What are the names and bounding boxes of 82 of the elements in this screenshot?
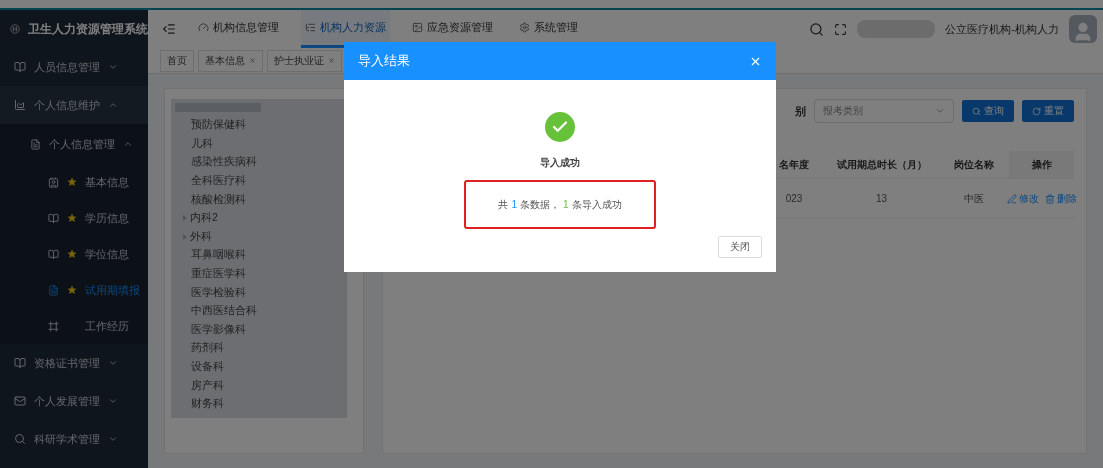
search-icon[interactable] [809, 21, 825, 37]
status-text: 导入成功 [540, 156, 580, 170]
edit-link[interactable]: 修改 [1006, 191, 1039, 206]
sidebar-item[interactable]: 个人发展管理 [0, 382, 148, 420]
chevron-icon [108, 100, 118, 110]
tree-item-label: 外科 [190, 229, 212, 244]
star-icon [67, 285, 77, 295]
tree-item-label: 医学影像科 [191, 322, 246, 337]
sidebar-item[interactable]: 试用期填报 [0, 272, 148, 308]
sidebar-item[interactable]: 资格证书管理 [0, 344, 148, 382]
chart-icon [14, 99, 26, 111]
search-icon [972, 106, 981, 116]
settings-icon [519, 22, 530, 33]
page-tab[interactable]: 首页 [160, 49, 194, 72]
fullscreen-icon[interactable] [834, 22, 848, 36]
sidebar-item[interactable]: 工作经历 [0, 308, 148, 344]
gauge-icon [198, 22, 209, 33]
pencil-icon [1006, 193, 1017, 204]
book-icon [48, 248, 59, 260]
delete-link[interactable]: 删除 [1044, 191, 1077, 206]
sidebar-item[interactable]: 学位信息 [0, 236, 148, 272]
tree-item-label: 耳鼻咽喉科 [191, 248, 246, 263]
book-icon [14, 61, 26, 73]
document-icon [48, 284, 59, 296]
sidebar-item[interactable]: 人员信息管理 [0, 48, 148, 86]
mail-icon [14, 395, 26, 407]
sidebar-item[interactable]: 个人信息管理 [0, 124, 148, 164]
sidebar-item[interactable]: 科研学术管理 [0, 420, 148, 458]
app-title: 卫生人力资源管理系统 [28, 20, 148, 38]
chevron-icon [108, 396, 118, 406]
star-icon [67, 249, 77, 259]
trash-icon [1044, 193, 1055, 204]
table-cell: 中医 [939, 179, 1009, 219]
tree-item-label: 重症医学科 [191, 267, 246, 282]
user-role: 公立医疗机构-机构人力 [945, 21, 1059, 37]
chevron-icon [108, 434, 118, 444]
book-icon [48, 212, 59, 224]
column-header: 操作 [1009, 151, 1074, 179]
tree-item-label: 预防保健科 [191, 118, 246, 133]
menu-icon[interactable] [162, 22, 176, 36]
chevron-icon [108, 62, 118, 72]
tree-item-label: 中西医结合科 [191, 304, 257, 319]
frame-icon [48, 320, 59, 332]
tree-item-label: 核酸检测科 [191, 192, 246, 207]
chevron-icon [108, 358, 118, 368]
page-tab[interactable]: 基本信息 [198, 49, 263, 72]
close-button[interactable]: 关闭 [718, 236, 762, 258]
summary-text: 共 1 条数据， 1 条导入成功 [498, 197, 622, 212]
tree-item-label: 全科医疗科 [191, 174, 246, 189]
list-tree-icon [305, 22, 316, 33]
page-tab[interactable]: 护士执业证 [267, 49, 342, 72]
tree-item-label: 感染性疾病科 [191, 155, 257, 170]
close-icon[interactable] [328, 57, 335, 64]
id-card-icon [48, 176, 59, 188]
reset-button[interactable]: 重置 [1022, 100, 1074, 122]
image-icon [412, 22, 423, 33]
close-icon[interactable] [249, 57, 256, 64]
success-icon [545, 112, 575, 142]
avatar-icon[interactable] [1069, 15, 1097, 43]
refresh-icon [1032, 106, 1041, 116]
chevron-icon [935, 106, 945, 116]
tree-item-label: 财务科 [191, 397, 224, 412]
search-button[interactable]: 查询 [962, 100, 1014, 122]
star-icon [67, 213, 77, 223]
star-icon [67, 177, 77, 187]
document-icon [30, 138, 41, 150]
tree-item-label: 内科2 [190, 211, 218, 226]
filter-label: 别 [795, 103, 806, 119]
book-icon [14, 357, 26, 369]
tree-item-label: 设备科 [191, 360, 224, 374]
table-cell: 13 [824, 179, 939, 219]
sidebar-item[interactable]: 个人信息维护 [0, 86, 148, 124]
dialog-title: 导入结果 [358, 52, 410, 70]
tree-item-label: 药剂科 [191, 341, 224, 356]
chevron-icon [123, 139, 133, 149]
sidebar-item[interactable]: 基本信息 [0, 164, 148, 200]
tree-item-label: 房产科 [191, 378, 224, 393]
search-icon [14, 433, 26, 445]
nav-tab[interactable]: 机构人力资源 [301, 10, 390, 48]
tree-item-label: 儿科 [191, 136, 213, 151]
tree-item-label: 医学检验科 [191, 285, 246, 300]
sidebar-item[interactable]: 学历信息 [0, 200, 148, 236]
